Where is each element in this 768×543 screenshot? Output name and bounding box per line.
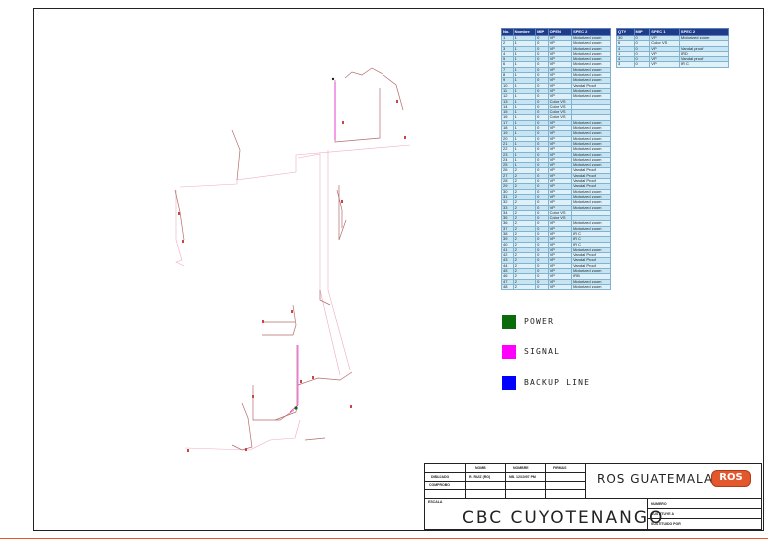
company-logo-text: ROS — [719, 472, 743, 483]
summary-table-body: 30 0 VP Motorized zoom 6 0 Color VS 4 0 VP Vandal … — [616, 34, 730, 68]
summary-table: QTY MIP SPEC 1 SPEC 2 30 0 VP Motorized zoo… — [616, 28, 730, 68]
project-title: CBC CUYOTENANGO — [462, 508, 665, 528]
summary-table-row-cell: 0 — [633, 61, 651, 68]
tb-col-nomb: NOMB — [475, 466, 486, 470]
summary-table-row: 3 0 VP IR C — [616, 61, 730, 68]
cable-table-row: 48 2 0 VP Motorized zoom — [501, 283, 611, 291]
cable-table-row-cell: 48 — [501, 283, 514, 291]
summary-table-header: QTY MIP SPEC 1 SPEC 2 — [616, 28, 730, 36]
company-logo: ROS — [711, 470, 751, 487]
legend-backup-line-swatch — [502, 376, 516, 390]
legend-power-label: POWER — [524, 317, 555, 326]
company-name: ROS GUATEMALA — [597, 472, 714, 486]
tb-dibujado-date: NB. 12/10/07 PM — [509, 475, 536, 479]
tb-numero-label: NUMERO — [651, 502, 667, 506]
cable-table-row-cell: 0 — [535, 283, 549, 291]
legend-power-swatch — [502, 315, 516, 329]
tb-comprobo-label: COMPROBO — [429, 483, 450, 487]
tb-dibujado-label: DIBUJADO — [431, 475, 450, 479]
floorplan-drawing — [174, 67, 411, 452]
cable-table: No. Nombre MIP OPEN SPEC 2 1 1 0 VP Motorize… — [501, 28, 611, 291]
tb-escala-label: ESCALA — [428, 500, 443, 504]
tb-col-nombre: NOMBRE — [513, 466, 529, 470]
device-markers — [178, 77, 406, 452]
bottom-rule — [0, 538, 768, 539]
walls — [174, 67, 404, 451]
legend-backup-line-label: BACKUP LINE — [524, 378, 591, 387]
legend-signal-swatch — [502, 345, 516, 359]
cable-table-row-cell: Motorized zoom — [571, 283, 611, 291]
cable-table-body: 1 1 0 VP Motorized zoom 2 1 0 VP Motorized zoom 3 1… — [501, 34, 611, 291]
cable-table-row-cell: VP — [547, 283, 573, 291]
cable-table-row-cell: 2 — [512, 283, 537, 291]
tb-dibujado-name: R. RUIZ (RG) — [469, 475, 491, 479]
tb-col-firmas: FIRMAS — [553, 466, 567, 470]
legend-signal-label: SIGNAL — [524, 347, 561, 356]
summary-table-row-cell: VP — [649, 61, 680, 68]
building-outline — [175, 144, 411, 451]
summary-table-row-cell: IR C — [678, 61, 730, 68]
summary-table-row-cell: 3 — [616, 61, 635, 68]
